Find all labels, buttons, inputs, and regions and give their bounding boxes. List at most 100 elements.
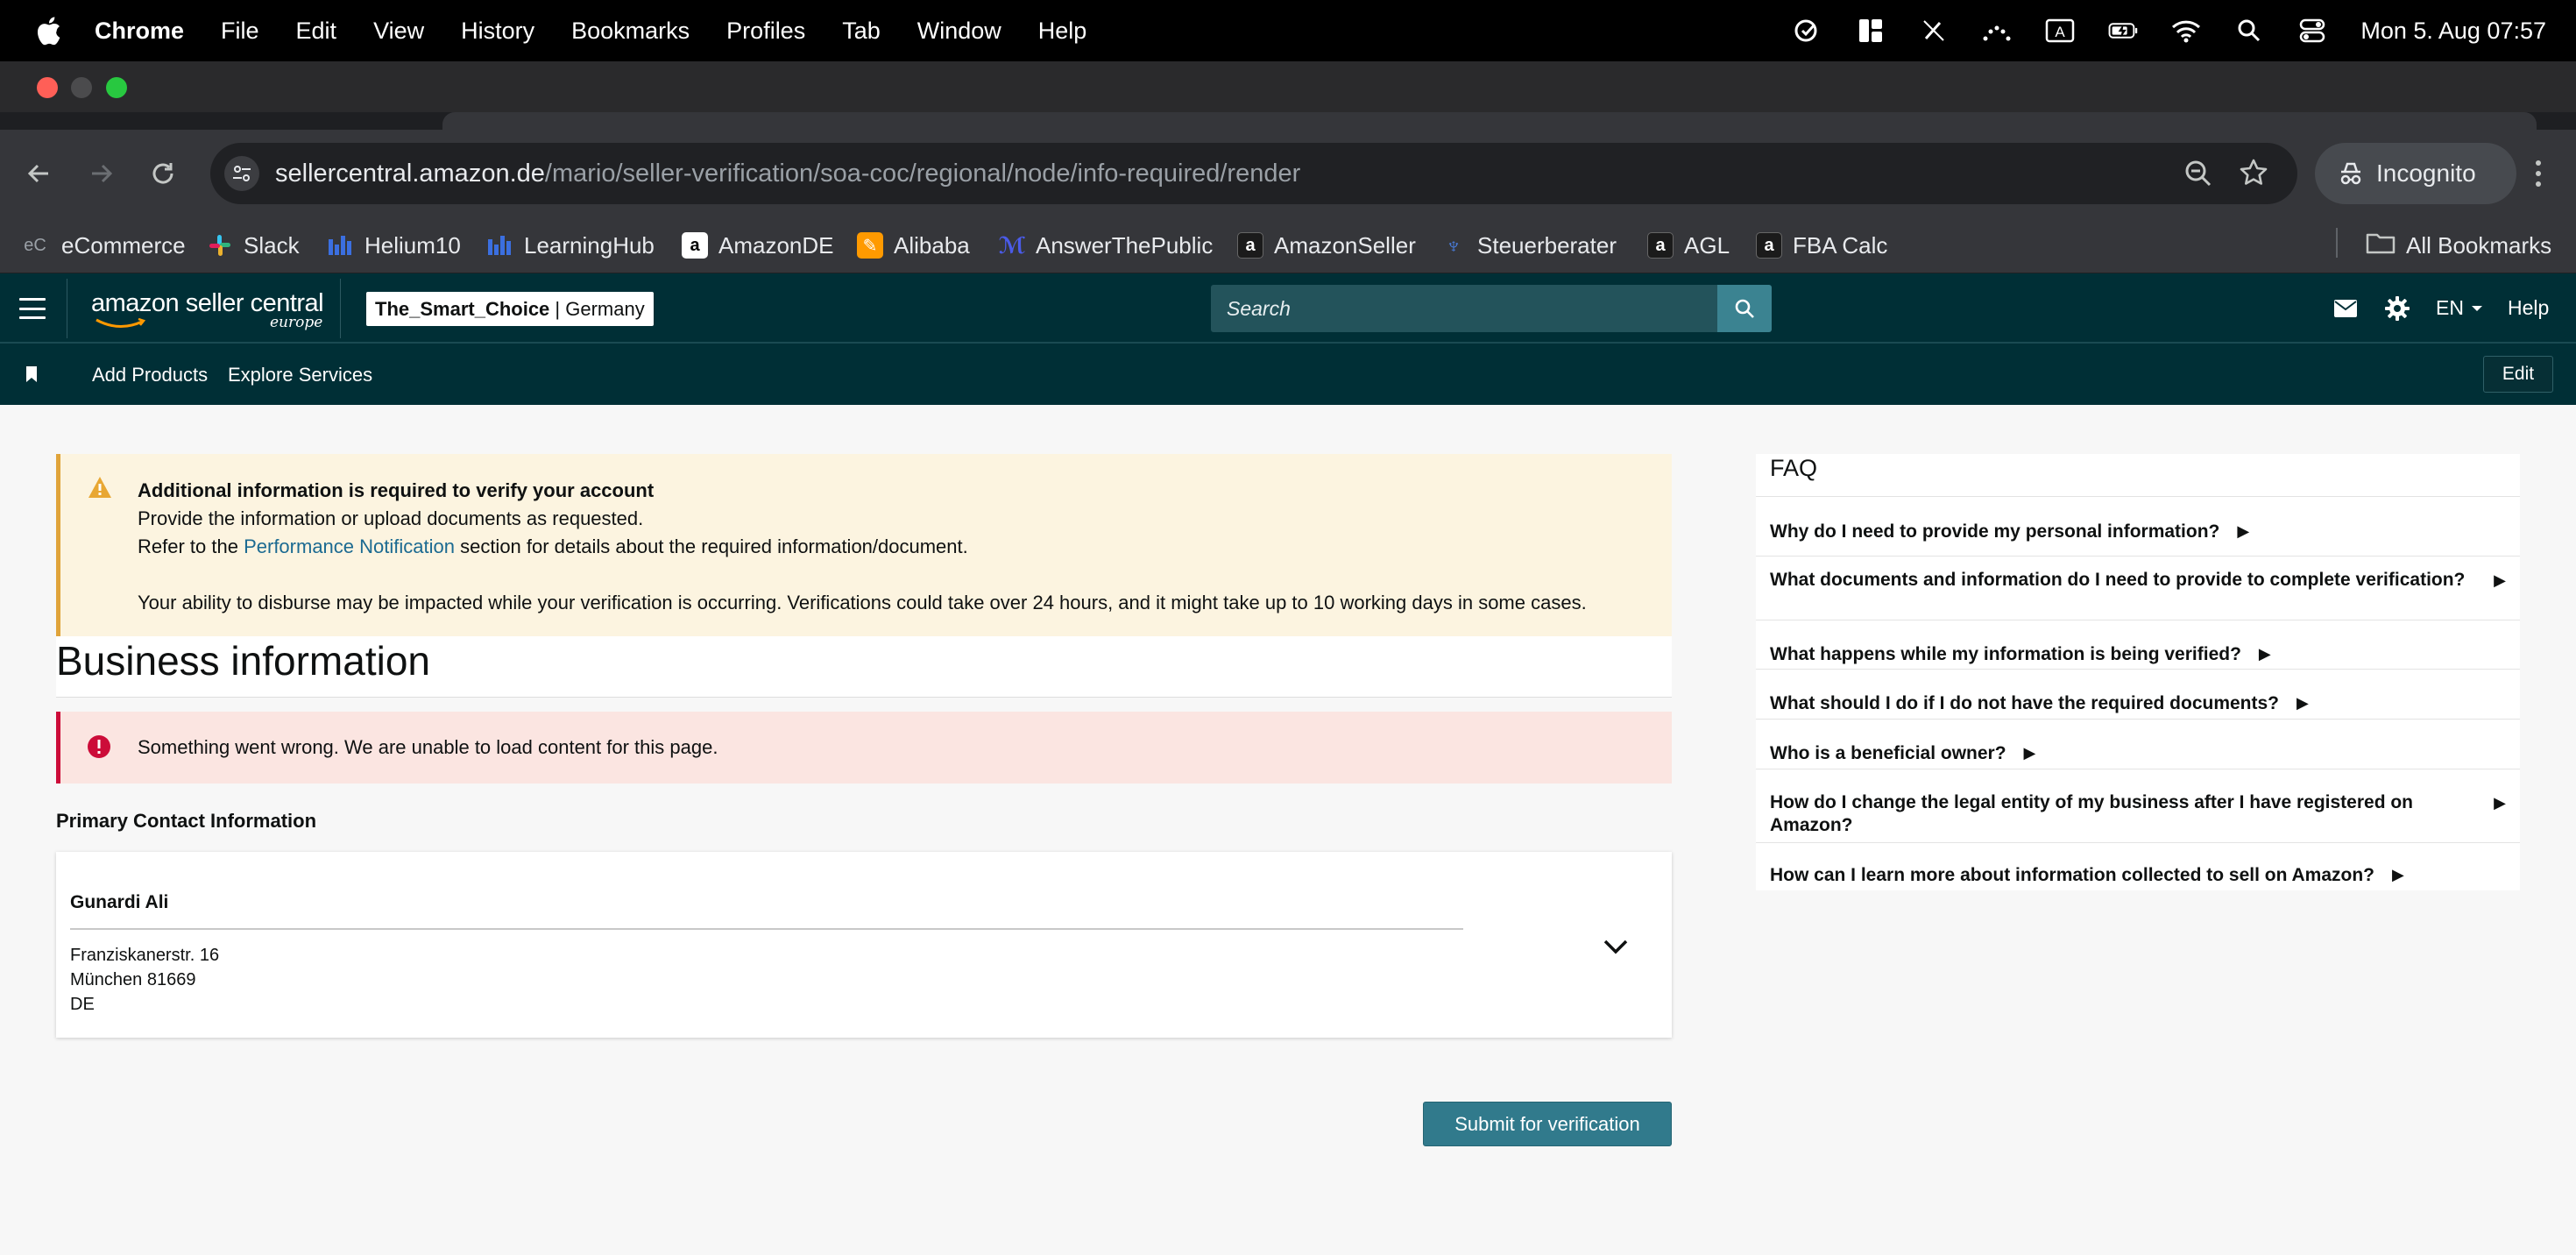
faq-item[interactable]: Who is a beneficial owner? ▶: [1770, 741, 2506, 765]
menu-file[interactable]: File: [221, 18, 259, 45]
menu-edit[interactable]: Edit: [296, 18, 337, 45]
faq-item[interactable]: Why do I need to provide my personal inf…: [1770, 520, 2506, 543]
bookmark-agl[interactable]: a AGL: [1647, 230, 1730, 261]
performance-notification-link[interactable]: Performance Notification: [244, 535, 455, 557]
zoom-icon[interactable]: [2183, 159, 2213, 193]
amazon-smile-icon: [96, 318, 146, 328]
menu-bookmarks[interactable]: Bookmarks: [571, 18, 690, 45]
pen-slash-icon[interactable]: [1919, 16, 1949, 46]
window-layout-icon[interactable]: [1856, 16, 1886, 46]
focus-status-icon[interactable]: [1793, 16, 1822, 46]
close-window-button[interactable]: [37, 77, 58, 98]
faq-question: What happens while my information is bei…: [1770, 644, 2241, 664]
menu-view[interactable]: View: [373, 18, 424, 45]
expand-arrow-icon: ▶: [2391, 866, 2404, 883]
edit-nav-button[interactable]: Edit: [2483, 356, 2553, 393]
incognito-label: Incognito: [2376, 160, 2476, 187]
menubar-clock[interactable]: Mon 5. Aug 07:57: [2360, 18, 2546, 45]
battery-icon[interactable]: [2108, 16, 2138, 46]
bookmark-slack[interactable]: Slack: [207, 230, 300, 261]
bookmark-label: AmazonDE: [718, 231, 834, 259]
load-error-alert: Something went wrong. We are unable to l…: [56, 712, 1672, 783]
submit-verification-button[interactable]: Submit for verification: [1423, 1102, 1672, 1146]
chrome-menu-button[interactable]: [2523, 156, 2553, 191]
reload-button[interactable]: [145, 156, 180, 191]
account-switcher[interactable]: The_Smart_Choice | Germany: [366, 292, 654, 326]
address-bar[interactable]: sellercentral.amazon.de/mario/seller-ver…: [210, 143, 2297, 204]
apple-logo-icon[interactable]: [35, 16, 61, 46]
bookmark-helium10[interactable]: Helium10: [328, 230, 461, 261]
seller-central-logo[interactable]: amazon seller central europe: [91, 289, 324, 333]
contact-name: Gunardi Ali: [70, 892, 169, 912]
settings-gear-icon[interactable]: [2383, 294, 2411, 323]
site-settings-icon[interactable]: [224, 156, 259, 191]
bookmark-answerthepublic[interactable]: ℳ AnswerThePublic: [999, 230, 1214, 261]
minimize-window-button[interactable]: [71, 77, 92, 98]
menu-window[interactable]: Window: [917, 18, 1001, 45]
mail-icon[interactable]: [2332, 294, 2360, 323]
keyboard-input-icon[interactable]: A: [2045, 16, 2075, 46]
business-info-header: Business information: [56, 636, 1672, 698]
faq-divider: [1756, 669, 2520, 670]
explore-services-link[interactable]: Explore Services: [228, 364, 372, 386]
faq-item[interactable]: How do I change the legal entity of my b…: [1770, 791, 2506, 837]
logo-region: europe: [270, 314, 323, 331]
bookmark-learninghub[interactable]: LearningHub: [487, 230, 655, 261]
menu-profiles[interactable]: Profiles: [726, 18, 805, 45]
add-products-link[interactable]: Add Products: [92, 364, 208, 386]
faq-item[interactable]: What should I do if I do not have the re…: [1770, 691, 2506, 715]
menu-help[interactable]: Help: [1038, 18, 1087, 45]
hamburger-menu-icon[interactable]: [19, 298, 46, 319]
faq-title: FAQ: [1770, 455, 1818, 481]
amazon-icon: a: [1647, 232, 1674, 259]
menu-history[interactable]: History: [461, 18, 534, 45]
language-label: EN: [2436, 296, 2464, 319]
chevron-down-icon[interactable]: [1602, 936, 1630, 957]
error-icon: [87, 734, 111, 763]
bookmark-fba-calc[interactable]: a FBA Calc: [1756, 230, 1887, 261]
slack-icon: [207, 232, 233, 259]
amazon-icon: a: [1237, 232, 1263, 259]
contact-country: DE: [70, 995, 95, 1014]
faq-item[interactable]: What happens while my information is bei…: [1770, 642, 2506, 666]
language-selector[interactable]: EN: [2436, 296, 2483, 320]
bookmark-amazonde[interactable]: a AmazonDE: [682, 230, 834, 261]
menu-tab[interactable]: Tab: [842, 18, 881, 45]
url-host: sellercentral.amazon.de: [275, 160, 545, 188]
zoom-window-button[interactable]: [106, 77, 127, 98]
incognito-icon: [2340, 162, 2361, 185]
faq-question: Why do I need to provide my personal inf…: [1770, 521, 2220, 542]
wifi-icon[interactable]: [2171, 16, 2201, 46]
bookmark-amazonseller[interactable]: a AmazonSeller: [1237, 230, 1416, 261]
warning-icon: [87, 475, 113, 504]
bookmark-ecommerce[interactable]: eC eCommerce: [19, 230, 186, 261]
bookmark-star-icon[interactable]: [2238, 157, 2269, 193]
contact-street: Franziskanerstr. 16: [70, 946, 220, 965]
menu-chrome[interactable]: Chrome: [95, 18, 184, 45]
contact-address: Franziskanerstr. 16 München 81669 DE: [70, 943, 219, 1017]
bookmark-label: Slack: [244, 231, 300, 259]
faq-panel: FAQ Why do I need to provide my personal…: [1756, 454, 2520, 890]
bookmark-icon[interactable]: [25, 365, 39, 387]
search-input[interactable]: [1211, 285, 1717, 332]
expand-arrow-icon: ▶: [2258, 645, 2271, 663]
faq-item[interactable]: What documents and information do I need…: [1770, 569, 2506, 592]
bookmark-steuerberater[interactable]: ♆ Steuerberater: [1440, 230, 1617, 261]
incognito-profile-button[interactable]: Incognito: [2315, 143, 2516, 204]
bookmark-alibaba[interactable]: ✎ Alibaba: [857, 230, 970, 261]
back-button[interactable]: [21, 156, 56, 191]
dots-arc-icon[interactable]: [1982, 16, 2012, 46]
faq-item[interactable]: How can I learn more about information c…: [1770, 863, 2506, 887]
search-button[interactable]: [1717, 285, 1772, 332]
alibaba-icon: ✎: [857, 232, 883, 259]
spotlight-search-icon[interactable]: [2234, 16, 2264, 46]
help-link[interactable]: Help: [2508, 296, 2549, 320]
primary-contact-card[interactable]: Gunardi Ali Franziskanerstr. 16 München …: [56, 852, 1672, 1038]
all-bookmarks-button[interactable]: All Bookmarks: [2366, 230, 2551, 261]
url-text[interactable]: sellercentral.amazon.de/mario/seller-ver…: [275, 160, 1300, 188]
bookmark-label: LearningHub: [524, 231, 655, 259]
active-tab[interactable]: [442, 112, 2537, 130]
bookmark-label: eCommerce: [61, 231, 186, 259]
control-center-icon[interactable]: [2297, 16, 2327, 46]
forward-button[interactable]: [84, 156, 119, 191]
